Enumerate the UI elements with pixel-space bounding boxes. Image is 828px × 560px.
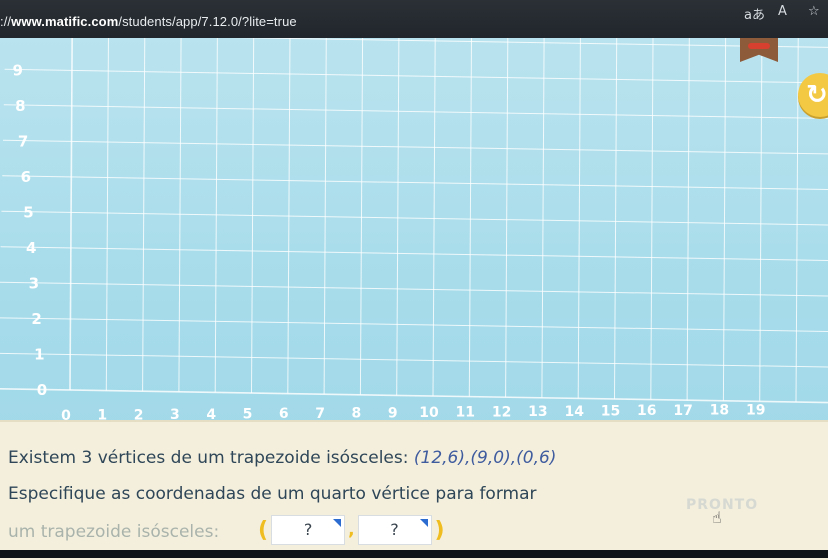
browser-toolbar: ://www.matific.com/students/app/7.12.0/?… bbox=[0, 0, 828, 39]
x-tick-label: 14 bbox=[564, 404, 584, 420]
x-tick-label: 16 bbox=[637, 403, 656, 419]
y-tick-label: 3 bbox=[29, 275, 39, 293]
dropdown-corner-icon bbox=[419, 519, 428, 527]
task-line-1: Existem 3 vértices de um trapezoide isós… bbox=[8, 448, 556, 468]
grid-line-horizontal bbox=[0, 246, 828, 261]
y-coordinate-input[interactable]: ? bbox=[357, 515, 432, 545]
url-path: /students/app/7.12.0/?lite=true bbox=[118, 14, 297, 29]
y-tick-label: 4 bbox=[26, 239, 36, 257]
grid-line-horizontal bbox=[229, 38, 828, 48]
grid-line-horizontal bbox=[2, 139, 828, 155]
x-tick-label: 12 bbox=[492, 404, 511, 420]
x-placeholder: ? bbox=[303, 520, 313, 539]
grid-line-vertical bbox=[686, 38, 690, 401]
x-coordinate-input[interactable]: ? bbox=[271, 515, 346, 545]
done-button[interactable]: PRONTO bbox=[686, 497, 758, 513]
dropdown-corner-icon bbox=[333, 519, 342, 527]
grid-line-horizontal bbox=[0, 281, 828, 297]
grid-line-vertical bbox=[178, 38, 182, 392]
x-tick-label: 13 bbox=[528, 404, 547, 420]
y-tick-label: 8 bbox=[15, 97, 25, 115]
grid-line-vertical bbox=[722, 38, 727, 401]
url-host: www.matific.com bbox=[11, 14, 119, 29]
grid-line-horizontal bbox=[3, 104, 828, 119]
x-tick-label: 19 bbox=[746, 402, 765, 418]
grid-line-vertical bbox=[468, 38, 472, 397]
coordinate-grid[interactable]: 0 1 2 3 4 5 6 7 8 9 10 11 12 13 14 15 16 17 18 190123456789 bbox=[0, 38, 828, 438]
given-vertices: (12,6),(9,0),(0,6) bbox=[413, 448, 557, 468]
task-line-2: Especifique as coordenadas de um quarto … bbox=[8, 484, 537, 504]
grid-line-vertical bbox=[105, 38, 109, 391]
grid-line-vertical bbox=[650, 38, 654, 400]
y-tick-label: 5 bbox=[23, 204, 33, 222]
hand-cursor-icon: ☝ bbox=[712, 508, 722, 527]
grid-line-vertical bbox=[432, 38, 436, 397]
grid-line-horizontal bbox=[0, 317, 828, 333]
grid-line-vertical bbox=[142, 38, 146, 392]
grid-line-horizontal bbox=[0, 388, 828, 404]
y-tick-label: 9 bbox=[12, 62, 22, 80]
x-tick-label: 18 bbox=[710, 403, 729, 419]
x-tick-label: 10 bbox=[419, 405, 439, 421]
grid-line-horizontal bbox=[4, 68, 828, 84]
y-tick-label: 1 bbox=[34, 346, 44, 364]
address-bar[interactable]: ://www.matific.com/students/app/7.12.0/?… bbox=[0, 14, 297, 29]
grid-line-vertical bbox=[359, 38, 364, 395]
y-tick-label: 7 bbox=[18, 133, 28, 151]
grid-line-vertical bbox=[69, 38, 73, 391]
open-paren: ( bbox=[258, 517, 269, 543]
grid-line-vertical bbox=[614, 38, 618, 400]
x-tick-label: 9 bbox=[388, 405, 398, 421]
y-placeholder: ? bbox=[390, 520, 399, 539]
grid-line-horizontal bbox=[0, 352, 828, 368]
grid-line-vertical bbox=[577, 38, 581, 399]
x-tick-label: 15 bbox=[601, 404, 620, 420]
comma: , bbox=[348, 520, 355, 540]
grid-line-vertical bbox=[323, 38, 327, 395]
favorite-star-icon[interactable]: ☆ bbox=[808, 4, 820, 19]
read-aloud-icon[interactable]: A bbox=[778, 4, 787, 19]
x-tick-label: 11 bbox=[456, 405, 475, 421]
x-tick-label: 17 bbox=[673, 403, 692, 419]
close-paren: ) bbox=[434, 517, 445, 543]
grid-line-horizontal bbox=[1, 210, 828, 226]
bottom-edge bbox=[0, 550, 828, 558]
answer-row: ( ? , ? ) bbox=[258, 514, 445, 546]
url-prefix: :// bbox=[0, 14, 12, 29]
translate-icon[interactable]: aあ bbox=[744, 4, 765, 23]
grid-line-horizontal bbox=[2, 175, 828, 190]
grid-line-vertical bbox=[505, 38, 509, 398]
y-tick-label: 0 bbox=[37, 381, 47, 399]
grid-line-vertical bbox=[396, 38, 400, 396]
task-text: Existem 3 vértices de um trapezoide isós… bbox=[8, 448, 414, 468]
grid-line-vertical bbox=[541, 38, 545, 398]
task-line-3: um trapezoide isósceles: bbox=[8, 522, 220, 542]
y-tick-label: 6 bbox=[21, 168, 31, 186]
grid-line-vertical bbox=[759, 38, 763, 402]
y-tick-label: 2 bbox=[31, 310, 41, 328]
